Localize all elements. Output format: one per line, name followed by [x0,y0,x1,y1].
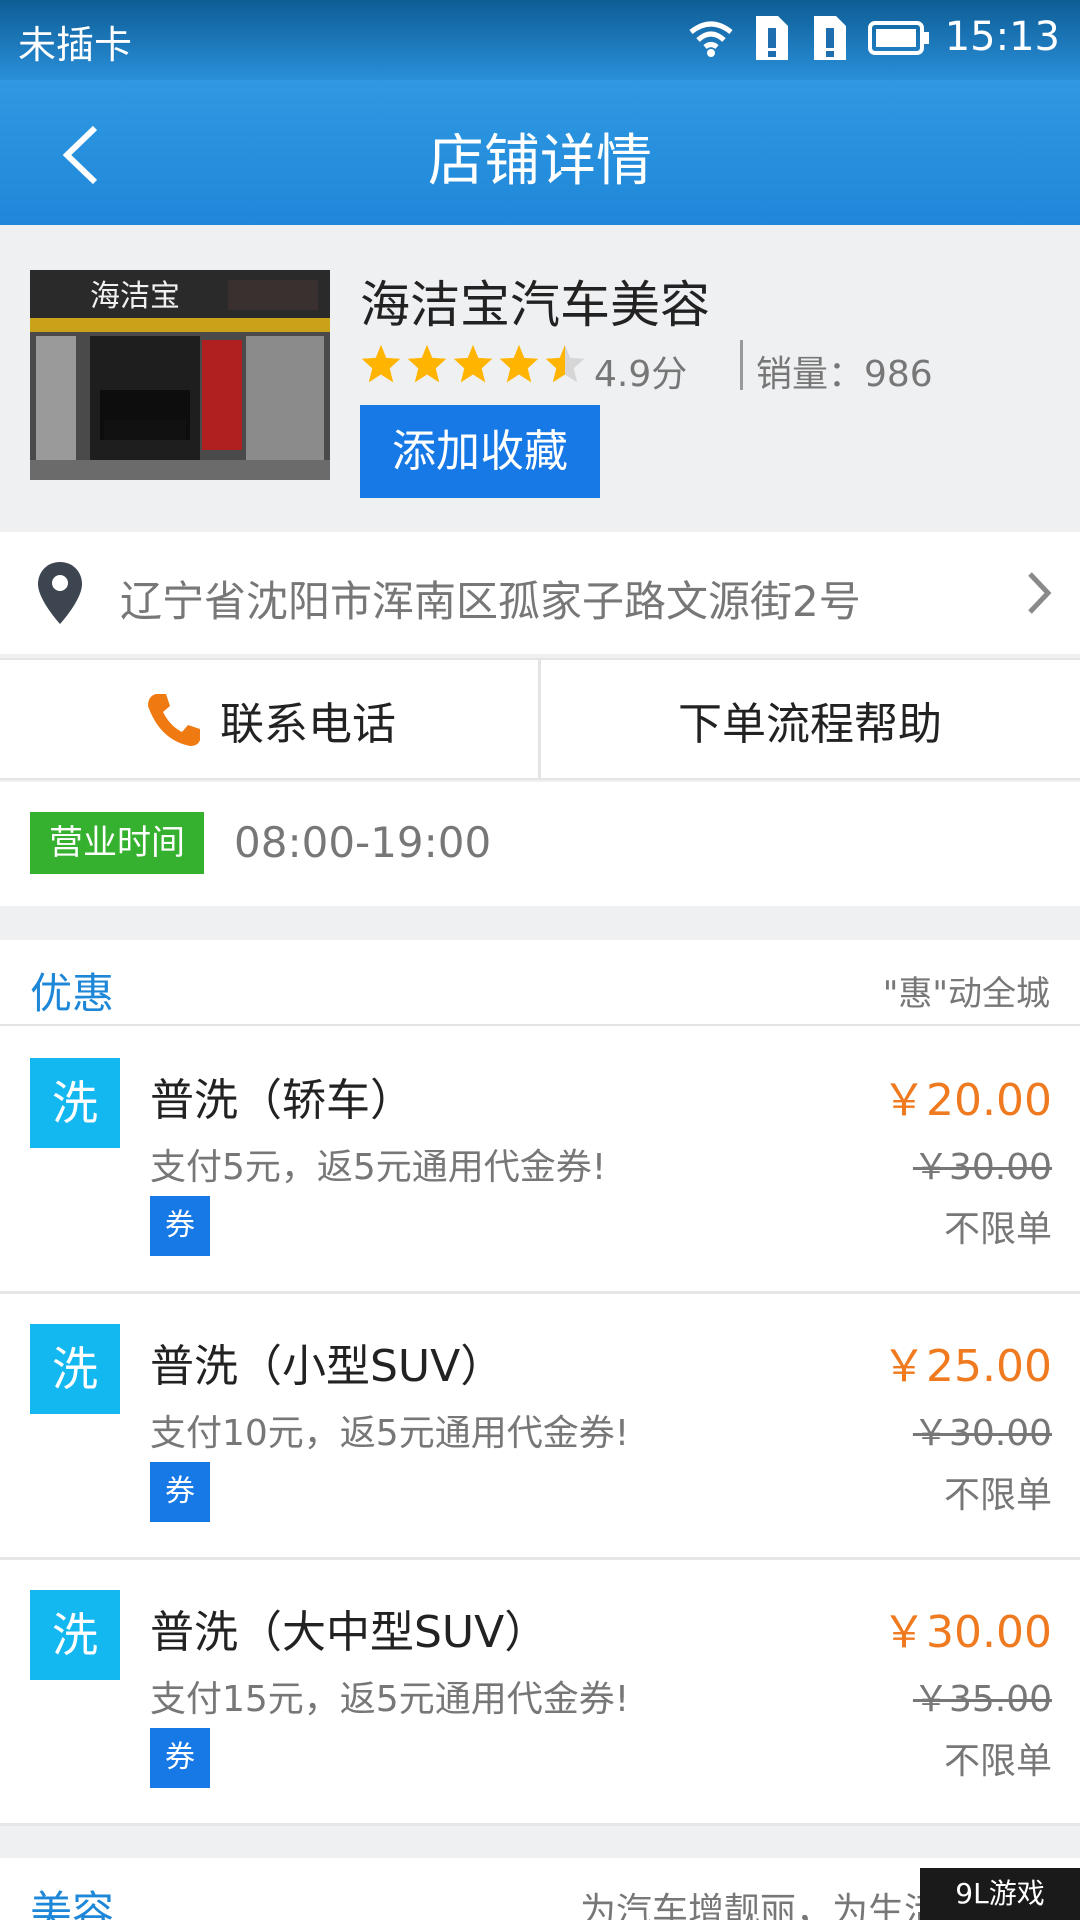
star-icon [407,344,447,383]
address-text: 辽宁省沈阳市浑南区孤家子路文源街2号 [120,577,861,626]
deal-limit: 不限单 [943,1475,1052,1516]
coupon-badge: 券 [150,1728,210,1788]
action-row: 联系电话 下单流程帮助 [0,658,1080,780]
beauty-title: 美容 [30,1887,115,1920]
beauty-subtitle: 为汽车增靓丽，为生活 [580,1891,941,1920]
deals-header: 优惠 "惠"动全城 [0,940,1080,1026]
header-bar: 店铺详情 [0,80,1080,225]
deal-item[interactable]: 洗 普洗（小型SUV） 支付10元，返5元通用代金券! 券 ￥25.00 ￥30… [0,1294,1080,1560]
rating-score: 4.9分 [594,354,688,395]
deal-limit: 不限单 [943,1209,1052,1250]
coupon-badge: 券 [150,1462,210,1522]
page-title: 店铺详情 [428,129,652,194]
clock-text: 15:13 [944,14,1060,60]
order-help-button[interactable]: 下单流程帮助 [540,660,1080,780]
phone-icon [148,694,200,746]
coupon-badge: 券 [150,1196,210,1256]
half-star-icon [545,344,585,383]
store-sign: 海洁宝 [90,279,180,314]
wash-icon: 洗 [30,1590,120,1680]
deal-limit: 不限单 [943,1741,1052,1782]
deal-description: 支付5元，返5元通用代金券! [150,1147,607,1188]
chevron-right-icon [1028,572,1052,614]
carrier-text: 未插卡 [18,23,133,67]
location-pin-icon [38,562,82,624]
original-price: ￥30.00 [912,1413,1052,1454]
business-hours-row: 营业时间 08:00-19:00 [0,782,1080,906]
beauty-section-header: 美容 为汽车增靓丽，为生活 [0,1858,1080,1920]
battery-icon [868,21,929,55]
contact-phone-label: 联系电话 [220,699,396,750]
business-hours-value: 08:00-19:00 [234,818,492,867]
original-price: ￥35.00 [912,1679,1052,1720]
deal-description: 支付15元，返5元通用代金券! [150,1679,630,1720]
wash-icon: 洗 [30,1324,120,1414]
deals-section: 优惠 "惠"动全城 洗 普洗（轿车） 支付5元，返5元通用代金券! 券 ￥20.… [0,940,1080,1826]
deal-price: ￥20.00 [882,1075,1052,1126]
deal-description: 支付10元，返5元通用代金券! [150,1413,630,1454]
deal-item[interactable]: 洗 普洗（大中型SUV） 支付15元，返5元通用代金券! 券 ￥30.00 ￥3… [0,1560,1080,1826]
deal-name: 普洗（轿车） [150,1075,414,1126]
business-hours-tag: 营业时间 [30,812,204,874]
rating-stars [360,343,586,385]
storefront-image: 海洁宝 [30,270,330,480]
address-row[interactable]: 辽宁省沈阳市浑南区孤家子路文源街2号 [0,532,1080,654]
deal-item[interactable]: 洗 普洗（轿车） 支付5元，返5元通用代金券! 券 ￥20.00 ￥30.00 … [0,1028,1080,1294]
deals-subtitle: "惠"动全城 [882,974,1050,1014]
store-card: 海洁宝 海洁宝汽车美容 4.9分 销量：986 添加收藏 [0,225,1080,530]
star-icon [499,344,539,383]
watermark-logo: 9L游戏 [920,1868,1080,1920]
deal-name: 普洗（大中型SUV） [150,1607,549,1658]
sim-alert-icon [756,16,788,60]
original-price: ￥30.00 [912,1147,1052,1188]
status-bar: 未插卡 15:13 [0,0,1080,80]
deals-title: 优惠 [30,969,115,1018]
sim-alert-icon [814,16,846,60]
star-icon [361,344,401,383]
divider [740,340,743,390]
store-photo[interactable]: 海洁宝 [30,270,330,480]
deal-price: ￥25.00 [882,1341,1052,1392]
wifi-icon [689,21,733,57]
contact-phone-button[interactable]: 联系电话 [0,660,538,780]
deal-name: 普洗（小型SUV） [150,1341,505,1392]
add-favorite-button[interactable]: 添加收藏 [360,405,600,498]
wash-icon: 洗 [30,1058,120,1148]
status-icons [688,14,930,62]
star-icon [453,344,493,383]
sales-count: 销量：986 [756,354,933,395]
store-name: 海洁宝汽车美容 [360,276,710,334]
deal-price: ￥30.00 [882,1607,1052,1658]
